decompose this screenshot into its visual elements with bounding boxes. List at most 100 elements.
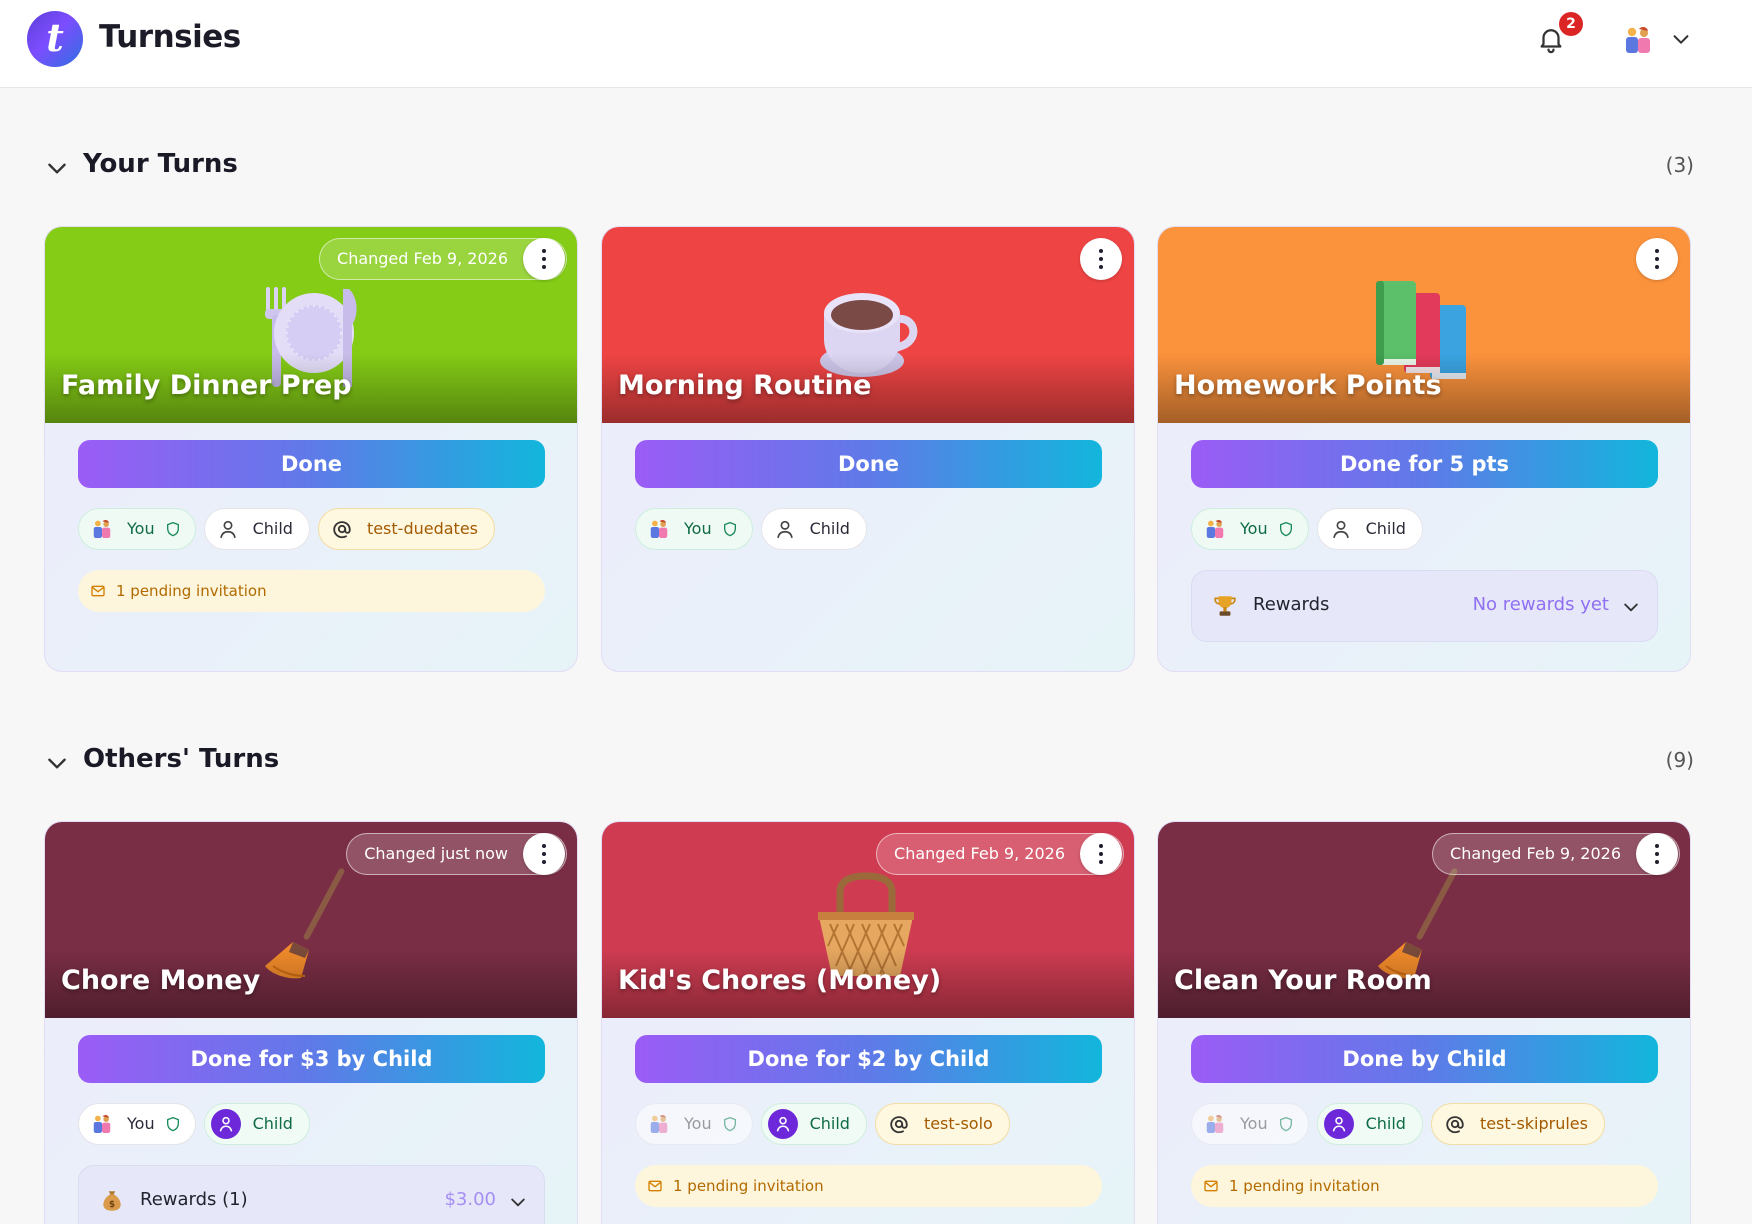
participant-child-chip[interactable]: Child <box>1316 1103 1423 1145</box>
rewards-value: $3.00 <box>444 1189 496 1210</box>
chip-label: test-skiprules <box>1479 1114 1588 1133</box>
turn-card-chore-money[interactable]: Chore Money Changed just now Done for $3… <box>44 821 578 1224</box>
chip-label: You <box>127 1114 155 1133</box>
section-your-turns-header[interactable]: Your Turns (3) <box>44 147 1694 187</box>
done-button[interactable]: Done by Child <box>1191 1035 1658 1083</box>
more-options-icon[interactable] <box>1636 833 1678 875</box>
turn-name: Kid's Chores (Money) <box>618 965 942 996</box>
rewards-label: Rewards (1) <box>140 1189 248 1210</box>
at-sign-icon <box>331 518 353 540</box>
section-count: (3) <box>1665 153 1694 177</box>
chevron-down-icon[interactable] <box>508 1192 528 1212</box>
at-sign-icon <box>1444 1113 1466 1135</box>
section-title: Your Turns <box>83 149 238 179</box>
pending-invitation-notice[interactable]: 1 pending invitation <box>1191 1165 1658 1207</box>
family-avatar-icon <box>1204 518 1226 540</box>
chevron-down-icon[interactable] <box>1621 597 1641 617</box>
notification-badge: 2 <box>1559 12 1583 36</box>
participant-handle-chip[interactable]: test-skiprules <box>1430 1103 1605 1145</box>
family-avatar-icon <box>648 1113 670 1135</box>
done-button[interactable]: Done <box>78 440 545 488</box>
chip-label: You <box>684 1114 712 1133</box>
participant-child-chip[interactable]: Child <box>1316 508 1423 550</box>
shield-icon <box>722 521 738 537</box>
done-button[interactable]: Done for $3 by Child <box>78 1035 545 1083</box>
done-button[interactable]: Done for $2 by Child <box>635 1035 1102 1083</box>
chip-label: Child <box>809 1114 850 1133</box>
chip-label: You <box>1240 519 1268 538</box>
collapse-chevron-icon[interactable] <box>44 155 70 181</box>
participants-row: You Child <box>78 1103 318 1145</box>
logo-letter: t <box>46 15 64 60</box>
app-title[interactable]: Turnsies <box>99 19 241 55</box>
pending-label: 1 pending invitation <box>116 582 267 600</box>
chip-label: Child <box>1365 1114 1406 1133</box>
participants-row: You Child test-duedates <box>78 508 503 550</box>
chevron-down-icon[interactable] <box>1670 28 1692 50</box>
participants-row: You Child <box>635 508 875 550</box>
participant-child-chip[interactable]: Child <box>203 508 310 550</box>
family-avatar-icon <box>1204 1113 1226 1135</box>
shield-icon <box>165 521 181 537</box>
section-title: Others' Turns <box>83 744 280 774</box>
person-icon <box>773 1114 793 1134</box>
participants-row: You Child test-solo <box>635 1103 1018 1145</box>
turn-card-family-dinner-prep[interactable]: Family Dinner Prep Changed Feb 9, 2026 D… <box>44 226 578 672</box>
person-icon <box>774 518 796 540</box>
mail-icon <box>1203 1178 1219 1194</box>
participant-you-chip[interactable]: You <box>1191 1103 1309 1145</box>
turn-card-clean-your-room[interactable]: Clean Your Room Changed Feb 9, 2026 Done… <box>1157 821 1691 1224</box>
rewards-dropdown[interactable]: Rewards No rewards yet <box>1191 570 1658 642</box>
pending-invitation-notice[interactable]: 1 pending invitation <box>635 1165 1102 1207</box>
participant-you-chip[interactable]: You <box>78 508 196 550</box>
pending-invitation-notice[interactable]: 1 pending invitation <box>78 570 545 612</box>
participants-row: You Child test-skiprules <box>1191 1103 1613 1145</box>
shield-icon <box>1278 1116 1294 1132</box>
more-options-icon[interactable] <box>523 833 565 875</box>
chip-label: test-duedates <box>366 519 478 538</box>
rewards-dropdown[interactable]: Rewards (1) $3.00 <box>78 1165 545 1224</box>
card-hero: Homework Points <box>1158 227 1690 423</box>
turn-card-homework-points[interactable]: Homework Points Done for 5 pts You Child… <box>1157 226 1691 672</box>
mail-icon <box>90 583 106 599</box>
top-bar: t Turnsies 2 <box>0 0 1752 88</box>
family-avatar-icon <box>91 518 113 540</box>
family-avatar-icon[interactable] <box>1622 24 1654 56</box>
participant-you-chip[interactable]: You <box>78 1103 196 1145</box>
more-options-icon[interactable] <box>1080 238 1122 280</box>
participant-you-chip[interactable]: You <box>635 1103 753 1145</box>
turn-name: Clean Your Room <box>1174 965 1432 996</box>
participant-handle-chip[interactable]: test-solo <box>874 1103 1010 1145</box>
turn-card-kids-chores-money[interactable]: Kid's Chores (Money) Changed Feb 9, 2026… <box>601 821 1135 1224</box>
person-icon <box>216 1114 236 1134</box>
participants-row: You Child <box>1191 508 1431 550</box>
person-icon <box>217 518 239 540</box>
mail-icon <box>647 1178 663 1194</box>
done-button[interactable]: Done <box>635 440 1102 488</box>
app-logo-icon[interactable]: t <box>27 11 83 67</box>
done-button[interactable]: Done for 5 pts <box>1191 440 1658 488</box>
rewards-value: No rewards yet <box>1472 594 1609 615</box>
participant-child-chip[interactable]: Child <box>760 1103 867 1145</box>
chip-label: Child <box>252 519 293 538</box>
participant-you-chip[interactable]: You <box>1191 508 1309 550</box>
participant-child-chip[interactable]: Child <box>760 508 867 550</box>
participant-you-chip[interactable]: You <box>635 508 753 550</box>
family-avatar-icon <box>648 518 670 540</box>
more-options-icon[interactable] <box>1080 833 1122 875</box>
more-options-icon[interactable] <box>1636 238 1678 280</box>
chip-label: You <box>1240 1114 1268 1133</box>
more-options-icon[interactable] <box>523 238 565 280</box>
collapse-chevron-icon[interactable] <box>44 750 70 776</box>
section-others-turns-header[interactable]: Others' Turns (9) <box>44 742 1694 782</box>
participant-child-chip[interactable]: Child <box>203 1103 310 1145</box>
participant-handle-chip[interactable]: test-duedates <box>317 508 495 550</box>
money-bag-icon <box>99 1188 125 1214</box>
turn-name: Chore Money <box>61 965 261 996</box>
shield-icon <box>165 1116 181 1132</box>
turn-card-morning-routine[interactable]: Morning Routine Done You Child <box>601 226 1135 672</box>
chip-label: Child <box>252 1114 293 1133</box>
chip-label: Child <box>809 519 850 538</box>
rewards-label: Rewards <box>1253 594 1330 615</box>
section-count: (9) <box>1665 748 1694 772</box>
